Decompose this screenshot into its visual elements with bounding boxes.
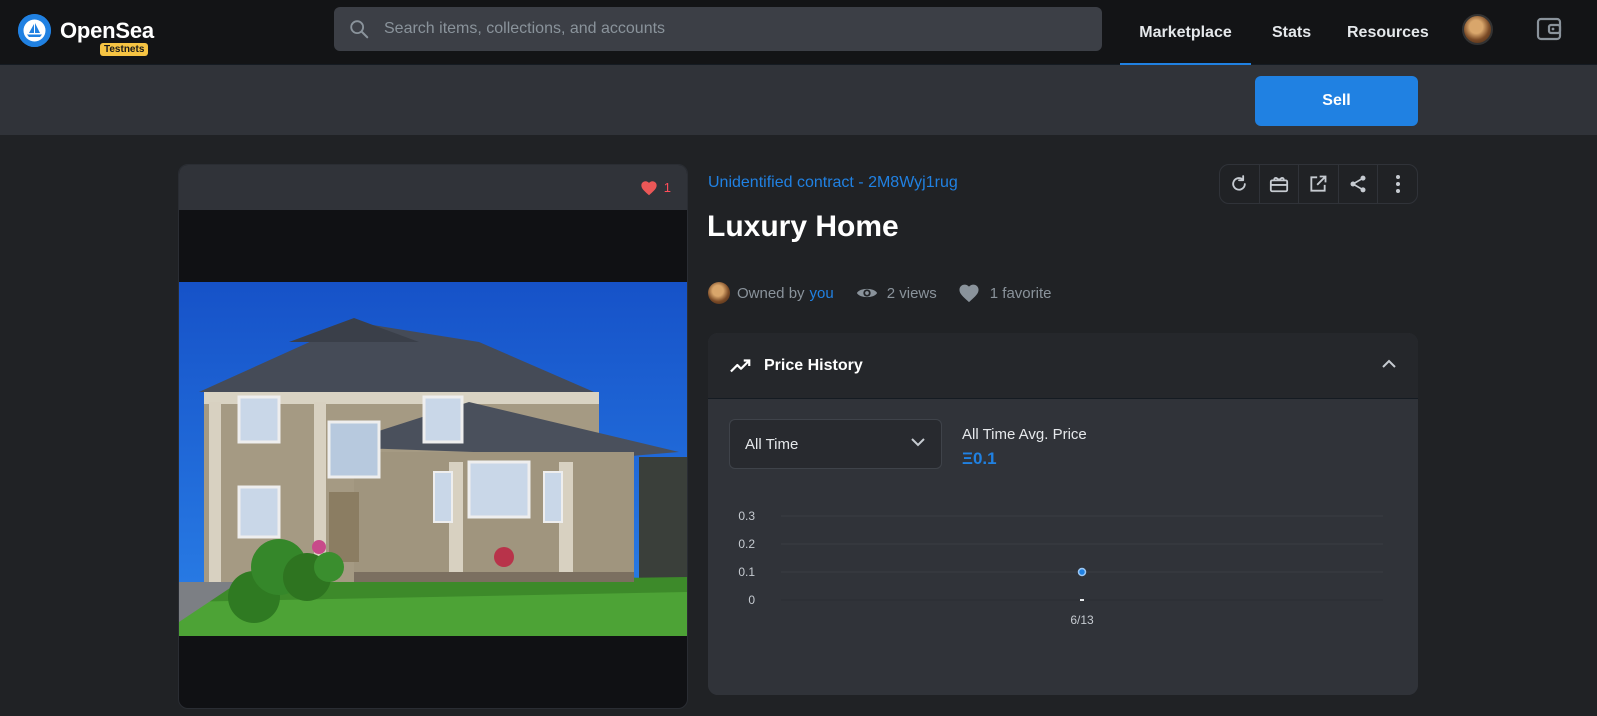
opensea-ship-icon bbox=[18, 14, 51, 47]
item-image[interactable] bbox=[179, 282, 688, 636]
heart-outline-icon bbox=[959, 284, 979, 303]
favorite-button[interactable]: 1 bbox=[640, 180, 671, 196]
external-link-icon bbox=[1310, 175, 1327, 192]
favorite-count: 1 bbox=[663, 180, 671, 195]
image-card-header: 1 bbox=[179, 165, 687, 210]
favorites-count: 1 favorite bbox=[989, 284, 1052, 302]
views-count: 2 views bbox=[886, 284, 937, 302]
trending-up-icon bbox=[730, 358, 751, 372]
avg-price-value: Ξ0.1 bbox=[962, 449, 997, 468]
eye-icon bbox=[856, 288, 877, 298]
sell-button[interactable]: Sell bbox=[1255, 76, 1418, 126]
search-bar[interactable] bbox=[334, 7, 1102, 51]
y-tick-label: 0 bbox=[748, 593, 755, 607]
nav-marketplace[interactable]: Marketplace bbox=[1120, 0, 1251, 66]
share-icon bbox=[1350, 175, 1366, 193]
brand-name: OpenSea bbox=[60, 17, 154, 43]
x-tick-mark bbox=[1080, 599, 1084, 601]
nav-stats-label: Stats bbox=[1272, 23, 1312, 41]
wallet-icon[interactable] bbox=[1536, 17, 1562, 41]
chevron-down-icon bbox=[911, 438, 925, 447]
more-vertical-icon bbox=[1395, 175, 1400, 193]
nav-marketplace-label: Marketplace bbox=[1139, 23, 1232, 41]
testnets-badge: Testnets bbox=[100, 43, 149, 56]
more-options-button[interactable] bbox=[1378, 165, 1417, 203]
nav-resources[interactable]: Resources bbox=[1347, 0, 1429, 65]
item-toolbar bbox=[1219, 164, 1418, 204]
price-history-title: Price History bbox=[764, 356, 863, 374]
price-history-panel: Price History All Time All Time Avg. Pri… bbox=[708, 333, 1418, 695]
share-button[interactable] bbox=[1339, 165, 1379, 203]
nav-resources-label: Resources bbox=[1347, 23, 1429, 41]
nav-stats[interactable]: Stats bbox=[1272, 0, 1311, 65]
avg-price-label: All Time Avg. Price bbox=[962, 426, 1087, 443]
gift-icon bbox=[1269, 177, 1288, 193]
chevron-up-icon[interactable] bbox=[1382, 359, 1396, 368]
y-tick-label: 0.1 bbox=[738, 565, 755, 579]
open-external-button[interactable] bbox=[1299, 165, 1339, 203]
item-meta: Owned by you 2 views 1 favorite bbox=[708, 282, 1051, 304]
refresh-icon bbox=[1232, 175, 1247, 191]
transfer-button[interactable] bbox=[1260, 165, 1300, 203]
x-tick-label: 6/13 bbox=[1070, 613, 1094, 627]
owner-action-bar: Sell bbox=[0, 65, 1597, 135]
item-title: Luxury Home bbox=[707, 210, 899, 243]
heart-icon bbox=[641, 180, 657, 195]
owner-avatar bbox=[708, 282, 730, 304]
search-input[interactable] bbox=[384, 20, 1064, 38]
y-tick-label: 0.2 bbox=[738, 537, 755, 551]
top-navbar: OpenSea Testnets Marketplace Stats Resou… bbox=[0, 0, 1597, 66]
price-point[interactable] bbox=[1077, 567, 1087, 577]
price-history-chart: 0 0.1 0.2 0.3 6/13 bbox=[738, 509, 1383, 627]
refresh-button[interactable] bbox=[1220, 165, 1260, 203]
price-history-header[interactable]: Price History bbox=[708, 333, 1418, 399]
profile-avatar[interactable] bbox=[1462, 14, 1493, 45]
owner-link[interactable]: you bbox=[810, 285, 834, 302]
price-history-body: All Time All Time Avg. Price Ξ0.1 0 0.1 0.… bbox=[708, 399, 1418, 695]
search-icon bbox=[350, 20, 369, 39]
y-tick-label: 0.3 bbox=[738, 509, 755, 523]
contract-link[interactable]: Unidentified contract - 2M8Wyj1rug bbox=[708, 174, 958, 192]
owned-by-label: Owned by bbox=[737, 284, 805, 302]
item-image-card: 1 bbox=[178, 164, 688, 709]
time-range-select[interactable]: All Time bbox=[729, 419, 942, 469]
time-range-value: All Time bbox=[745, 435, 799, 453]
